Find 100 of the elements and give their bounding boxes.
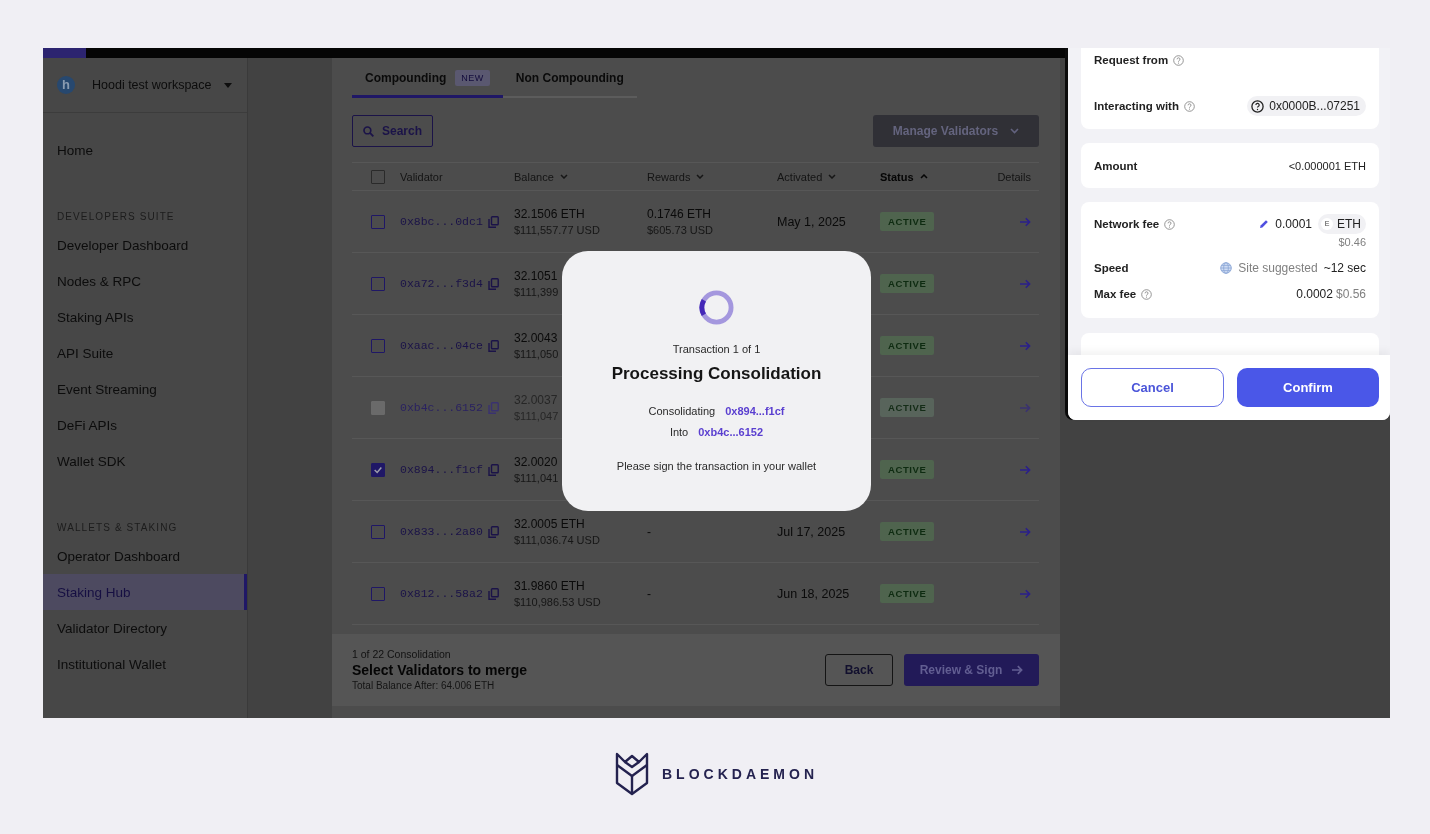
help-icon[interactable] — [1184, 100, 1195, 112]
field-label: Request from — [1094, 54, 1169, 66]
confirm-button[interactable]: Confirm — [1237, 368, 1379, 407]
status-badge: ACTIVE — [880, 522, 935, 541]
arrow-right-icon — [1012, 665, 1024, 675]
step-counter: 1 of 22 Consolidation — [352, 647, 452, 661]
copy-icon[interactable] — [487, 277, 499, 290]
balance-eth: 32.0020 — [514, 453, 558, 470]
field-label: Amount — [1094, 159, 1138, 172]
address-link[interactable]: 0xb4c...6152 — [698, 425, 764, 439]
speed-source: Site suggested — [1238, 261, 1318, 275]
footer-title: Select Validators to merge — [352, 661, 528, 679]
copy-icon[interactable] — [487, 339, 499, 352]
validator-address[interactable]: 0x833...2a80 — [400, 525, 483, 538]
checkmark-icon — [373, 464, 383, 475]
sidebar-item[interactable]: Institutional Wallet — [43, 646, 247, 682]
new-badge: NEW — [455, 70, 490, 86]
tab[interactable]: Compounding NEW — [352, 58, 503, 98]
arrow-right-icon[interactable] — [1020, 464, 1031, 475]
modal-title: Processing Consolidation — [611, 363, 822, 385]
field-label: Speed — [1094, 262, 1129, 274]
arrow-right-icon[interactable] — [1020, 588, 1031, 599]
sidebar-item[interactable]: DeFi APIs — [43, 407, 247, 443]
checkbox[interactable] — [371, 462, 385, 477]
sidebar-item[interactable]: Staking Hub — [43, 574, 247, 610]
status-badge: ACTIVE — [880, 336, 935, 355]
sidebar-item[interactable]: Wallet SDK — [43, 443, 247, 479]
speed-time: ~12 sec — [1323, 261, 1366, 275]
activation-date: Jul 17, 2025 — [777, 524, 846, 539]
validator-address[interactable]: 0x812...58a2 — [400, 587, 483, 600]
sidebar-item[interactable]: Staking APIs — [43, 299, 247, 335]
manage-validators-button[interactable]: Manage Validators — [873, 115, 1039, 147]
balance-eth: 32.1506 ETH — [514, 205, 585, 222]
sidebar-item[interactable]: Validator Directory — [43, 610, 247, 646]
validator-address[interactable]: 0x894...f1cf — [400, 463, 483, 476]
chevron-down-icon — [559, 174, 568, 179]
arrow-right-icon[interactable] — [1020, 216, 1031, 227]
rewards-amount: - — [647, 585, 651, 602]
total-balance: Total Balance After: 64.006 ETH — [352, 679, 496, 693]
modal-message: Please sign the transaction in your wallet — [616, 459, 817, 473]
validator-address[interactable]: 0xa72...f3d4 — [400, 277, 483, 290]
column-header[interactable]: Balance — [514, 170, 568, 183]
search-icon — [363, 125, 374, 137]
sidebar-item[interactable]: Operator Dashboard — [43, 538, 247, 574]
chevron-down-icon — [828, 174, 837, 179]
caret-down-icon[interactable] — [223, 82, 232, 88]
detail-label: Consolidating — [648, 404, 716, 418]
field-label: Max fee — [1094, 288, 1137, 300]
checkbox[interactable] — [371, 586, 385, 601]
activation-date: Jun 18, 2025 — [777, 586, 850, 601]
amount-value: <0.000001 ETH — [1288, 159, 1366, 172]
checkbox[interactable] — [371, 214, 385, 229]
sidebar-item[interactable]: Developer Dashboard — [43, 227, 247, 263]
review-sign-button[interactable]: Review & Sign — [904, 654, 1039, 686]
checkbox[interactable] — [371, 338, 385, 353]
checkbox[interactable] — [371, 276, 385, 291]
max-fee-fiat: $0.56 — [1335, 287, 1366, 301]
arrow-right-icon[interactable] — [1020, 526, 1031, 537]
column-header[interactable]: Rewards — [647, 170, 705, 183]
copy-icon[interactable] — [487, 463, 499, 476]
copy-icon[interactable] — [487, 401, 499, 414]
field-label: Interacting with — [1094, 100, 1179, 112]
help-icon[interactable] — [1141, 288, 1153, 300]
copy-icon[interactable] — [487, 587, 499, 600]
max-fee-value: 0.0002 — [1296, 287, 1333, 301]
column-header[interactable]: Status — [880, 170, 928, 183]
arrow-right-icon[interactable] — [1020, 278, 1031, 289]
chevron-down-icon — [696, 174, 705, 179]
balance-eth: 31.9860 ETH — [514, 577, 585, 594]
sidebar-item[interactable]: Event Streaming — [43, 371, 247, 407]
workspace-name[interactable]: Hoodi test workspace — [92, 78, 212, 92]
help-icon[interactable] — [1173, 54, 1185, 66]
globe-icon — [1220, 262, 1233, 274]
tab[interactable]: Non Compounding — [502, 58, 637, 98]
arrow-right-icon[interactable] — [1020, 340, 1031, 351]
balance-eth: 32.0043 — [514, 329, 558, 346]
checkbox[interactable] — [371, 169, 385, 184]
sidebar-item[interactable]: API Suite — [43, 335, 247, 371]
spinner-icon — [699, 290, 734, 325]
sidebar-item[interactable]: Nodes & RPC — [43, 263, 247, 299]
column-header[interactable]: Activated — [777, 170, 837, 183]
sidebar-item[interactable]: Home — [43, 132, 247, 168]
address-link[interactable]: 0x894...f1cf — [725, 404, 785, 418]
search-button[interactable]: Search — [352, 115, 433, 147]
copy-icon[interactable] — [487, 215, 499, 228]
workspace-logo: h — [57, 76, 75, 94]
field-label: Network fee — [1094, 218, 1160, 230]
checkbox[interactable] — [371, 524, 385, 539]
address-chip[interactable]: 0x0000B...07251 — [1247, 96, 1366, 116]
copy-icon[interactable] — [487, 525, 499, 538]
pencil-icon[interactable] — [1259, 219, 1270, 229]
validator-address[interactable]: 0xaac...04ce — [400, 339, 483, 352]
arrow-right-icon[interactable] — [1020, 402, 1031, 413]
back-button[interactable]: Back — [825, 654, 893, 686]
help-icon[interactable] — [1164, 218, 1176, 230]
status-badge: ACTIVE — [880, 274, 935, 293]
transaction-counter: Transaction 1 of 1 — [672, 342, 761, 356]
cancel-button[interactable]: Cancel — [1081, 368, 1224, 407]
validator-address[interactable]: 0x8bc...0dc1 — [400, 215, 483, 228]
detail-label: Into — [669, 425, 689, 439]
